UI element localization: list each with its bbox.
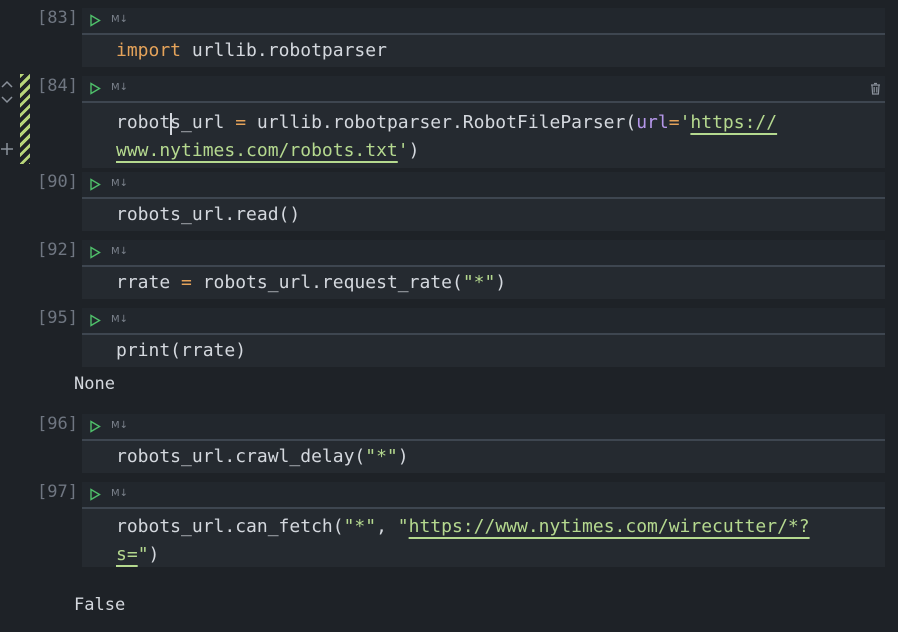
string-quote: ' bbox=[397, 140, 409, 161]
run-icon[interactable] bbox=[89, 14, 101, 27]
cell-output: None bbox=[74, 374, 115, 394]
run-icon[interactable] bbox=[89, 178, 101, 191]
code-text: print(rrate) bbox=[116, 340, 247, 361]
text-cursor bbox=[170, 113, 172, 135]
code-text: ) bbox=[148, 544, 160, 565]
markdown-icon[interactable]: M↓ bbox=[111, 14, 128, 25]
code-editor[interactable]: robots_url.read() bbox=[82, 199, 885, 231]
run-icon[interactable] bbox=[89, 82, 101, 95]
string-quote: ' bbox=[679, 112, 691, 133]
code-text: robots_url bbox=[116, 112, 236, 133]
notebook-cell: [96] M↓ robots_url.crawl_delay("*") bbox=[0, 414, 898, 474]
cell-toolbar: M↓ bbox=[82, 8, 885, 35]
code-editor[interactable]: print(rrate) bbox=[82, 335, 885, 367]
keyword: import bbox=[116, 40, 182, 61]
code-text: robots_url.read() bbox=[116, 204, 301, 225]
string-quote: " bbox=[397, 516, 409, 537]
execution-count: [95] bbox=[37, 308, 78, 328]
cell-toolbar: M↓ bbox=[82, 482, 885, 509]
notebook-cell: [84] M↓ robots_url = urllib.robotparser.… bbox=[0, 76, 898, 168]
code-editor[interactable]: robots_url.can_fetch("*", "https://www.n… bbox=[82, 509, 885, 567]
notebook-cell: [92] M↓ rrate = robots_url.request_rate(… bbox=[0, 240, 898, 300]
cell-output: False bbox=[74, 595, 126, 615]
markdown-icon[interactable]: M↓ bbox=[111, 488, 128, 499]
url-link[interactable]: www.nytimes.com/robots.txt bbox=[116, 140, 398, 161]
run-icon[interactable] bbox=[89, 314, 101, 327]
code-text: robots_url.request_rate( bbox=[191, 272, 463, 293]
code-editor[interactable]: import urllib.robotparser bbox=[82, 35, 885, 67]
markdown-icon[interactable]: M↓ bbox=[111, 420, 128, 431]
execution-count: [83] bbox=[37, 8, 78, 28]
code-text: rrate bbox=[116, 272, 182, 293]
string-literal: "*" bbox=[365, 446, 398, 467]
code-text: ) bbox=[397, 446, 409, 467]
cell-toolbar: M↓ bbox=[82, 414, 885, 441]
code-text: ) bbox=[495, 272, 507, 293]
string-literal: "*" bbox=[462, 272, 496, 293]
cell-toolbar: M↓ bbox=[82, 240, 885, 267]
markdown-icon[interactable]: M↓ bbox=[111, 178, 128, 189]
code-text: urllib.robotparser.RobotFileParser( bbox=[246, 112, 637, 133]
cell-toolbar: M↓ bbox=[82, 172, 885, 199]
execution-count: [84] bbox=[37, 76, 78, 96]
cell-toolbar: M↓ bbox=[82, 308, 885, 335]
notebook-cell: [83] M↓ import urllib.robotparser bbox=[0, 8, 898, 68]
execution-count: [92] bbox=[37, 240, 78, 260]
notebook-cell: [97] M↓ robots_url.can_fetch("*", "https… bbox=[0, 482, 898, 622]
execution-count: [90] bbox=[37, 172, 78, 192]
notebook-cell: [95] M↓ print(rrate) None bbox=[0, 308, 898, 398]
code-editor[interactable]: rrate = robots_url.request_rate("*") bbox=[82, 267, 885, 299]
run-icon[interactable] bbox=[89, 488, 101, 501]
notebook-cell: [90] M↓ robots_url.read() bbox=[0, 172, 898, 232]
operator: = bbox=[235, 112, 247, 133]
string-quote: " bbox=[137, 544, 149, 565]
code-text: robots_url.can_fetch( bbox=[116, 516, 344, 537]
url-link[interactable]: https://www.nytimes.com/wirecutter/*? bbox=[409, 516, 810, 537]
code-editor[interactable]: robots_url.crawl_delay("*") bbox=[82, 441, 885, 473]
code-text: ) bbox=[408, 140, 420, 161]
operator: = bbox=[668, 112, 680, 133]
param-name: url bbox=[636, 112, 669, 133]
code-text: robots_url.crawl_delay( bbox=[116, 446, 366, 467]
url-link[interactable]: https:// bbox=[690, 112, 777, 133]
markdown-icon[interactable]: M↓ bbox=[111, 246, 128, 257]
string-literal: "*" bbox=[343, 516, 377, 537]
execution-count: [97] bbox=[37, 482, 78, 502]
cell-toolbar: M↓ bbox=[82, 76, 885, 103]
url-link[interactable]: s= bbox=[116, 544, 138, 565]
code-text: urllib.robotparser bbox=[181, 40, 387, 61]
code-text: , bbox=[376, 516, 398, 537]
trash-icon[interactable] bbox=[870, 82, 881, 95]
execution-count: [96] bbox=[37, 414, 78, 434]
run-icon[interactable] bbox=[89, 420, 101, 433]
markdown-icon[interactable]: M↓ bbox=[111, 82, 128, 93]
markdown-icon[interactable]: M↓ bbox=[111, 314, 128, 325]
run-icon[interactable] bbox=[89, 246, 101, 259]
operator: = bbox=[181, 272, 192, 293]
code-editor[interactable]: robots_url = urllib.robotparser.RobotFil… bbox=[82, 103, 885, 168]
